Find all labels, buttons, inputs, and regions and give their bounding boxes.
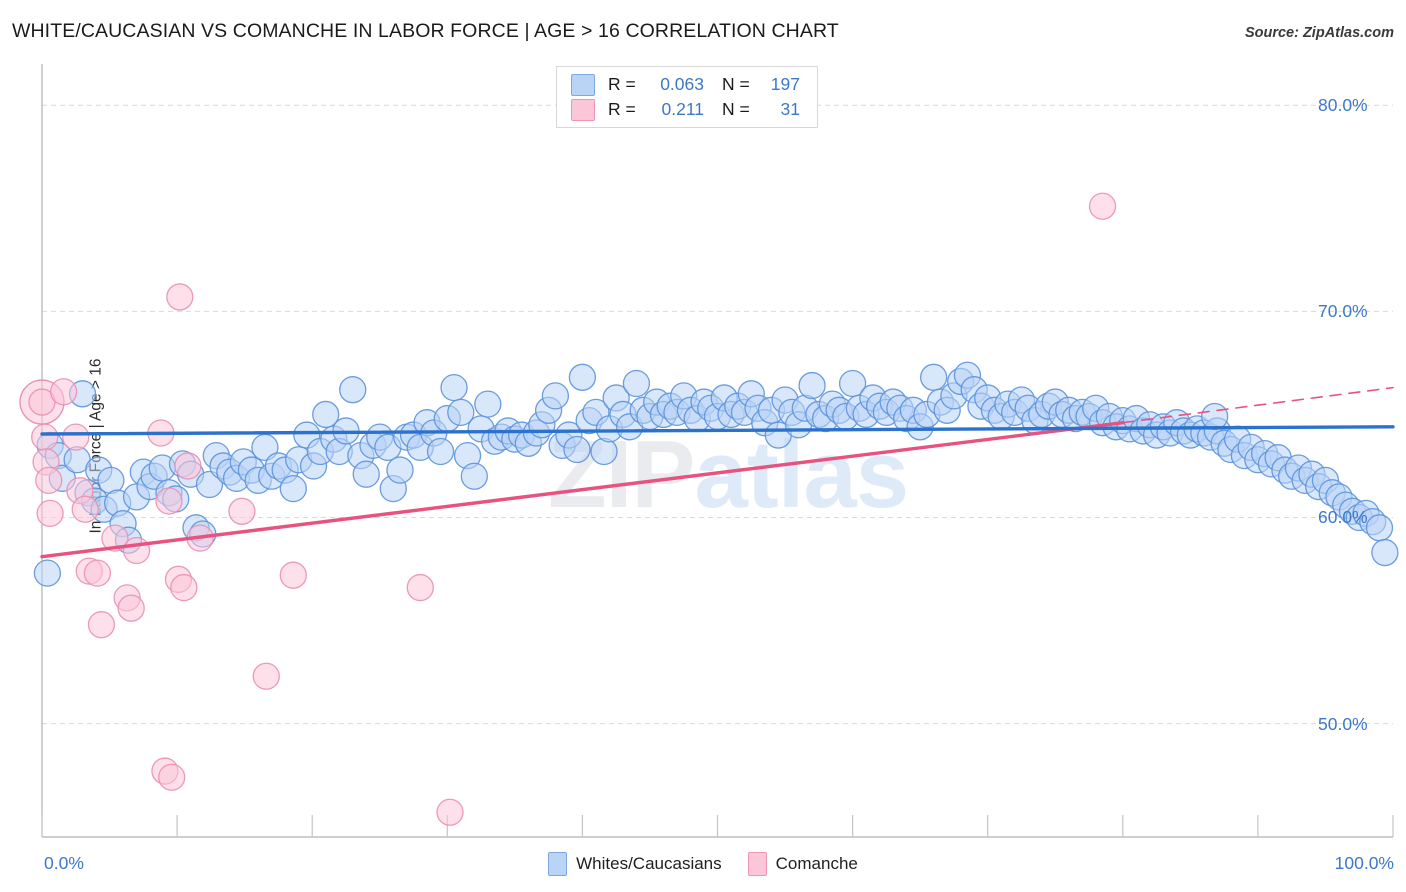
y-axis-tick-label: 70.0% [1318,301,1368,322]
stats-row: R = 0.063 N = 197 [571,72,807,97]
data-point [440,373,468,402]
data-point [386,456,414,484]
r-label-comanche: R = [608,99,636,119]
data-point [541,382,570,410]
data-point [31,423,59,451]
x-axis-max-label: 100.0% [1334,853,1394,873]
y-axis-tick-label: 80.0% [1318,95,1368,116]
n-value-whites: 197 [770,74,800,94]
data-point [122,536,151,565]
data-point [339,376,367,404]
data-point [1201,402,1229,431]
legend-swatch-whites-icon [548,852,568,876]
legend-swatch-comanche-icon [747,852,767,876]
data-point [1365,514,1394,542]
series-swatch-comanche [571,98,595,121]
data-point [228,497,256,525]
r-value-whites: 0.063 [660,74,704,94]
data-point [798,371,826,400]
x-axis-min-label: 0.0% [44,853,84,873]
correlation-chart: WHITE/CAUCASIAN VS COMANCHE IN LABOR FOR… [0,0,1406,892]
data-point [460,462,488,490]
trend-line-comanche-extension [1122,386,1394,424]
data-point [436,798,464,826]
series-swatch-whites [571,73,595,96]
legend-label-whites: Whites/Caucasians [576,854,722,873]
y-axis-tick-label: 60.0% [1318,507,1368,528]
data-point [166,283,194,311]
r-label-whites: R = [608,74,636,94]
correlation-stats-box: R = 0.063 N = 197 R = 0.211 N = 31 [556,66,818,128]
stats-row: R = 0.211 N = 31 [571,97,807,122]
legend-label-comanche: Comanche [775,854,858,873]
data-point [474,390,502,418]
data-point [279,474,307,503]
n-label-comanche: N = [722,99,750,119]
data-point [426,437,455,466]
data-point [87,611,116,639]
plot-canvas [19,64,1399,838]
data-point [563,435,591,464]
data-point [252,662,280,690]
data-point [590,437,618,466]
data-point [158,763,186,791]
data-point [406,573,434,602]
data-point [279,561,307,589]
data-point [117,594,145,622]
x-axis-ticks [41,815,1394,837]
data-point [1088,192,1117,220]
data-point [36,499,64,528]
legend-item-whites[interactable]: Whites/Caucasians [548,852,722,876]
r-value-comanche: 0.211 [661,99,705,119]
n-value-comanche: 31 [780,99,800,119]
data-point [920,363,948,391]
data-point [1371,538,1399,567]
n-label-whites: N = [722,74,750,94]
data-point [155,487,183,515]
data-point [97,466,125,495]
data-point [33,559,62,587]
data-point [62,423,90,451]
data-point [568,363,597,391]
data-point [83,559,112,587]
data-point [170,573,198,602]
data-point [622,369,651,398]
data-point [174,452,202,480]
data-point [352,460,380,488]
y-axis-tick-label: 50.0% [1318,713,1368,734]
legend-item-comanche[interactable]: Comanche [747,852,858,876]
data-point [35,466,63,495]
data-point [71,495,99,523]
data-point [49,378,78,406]
